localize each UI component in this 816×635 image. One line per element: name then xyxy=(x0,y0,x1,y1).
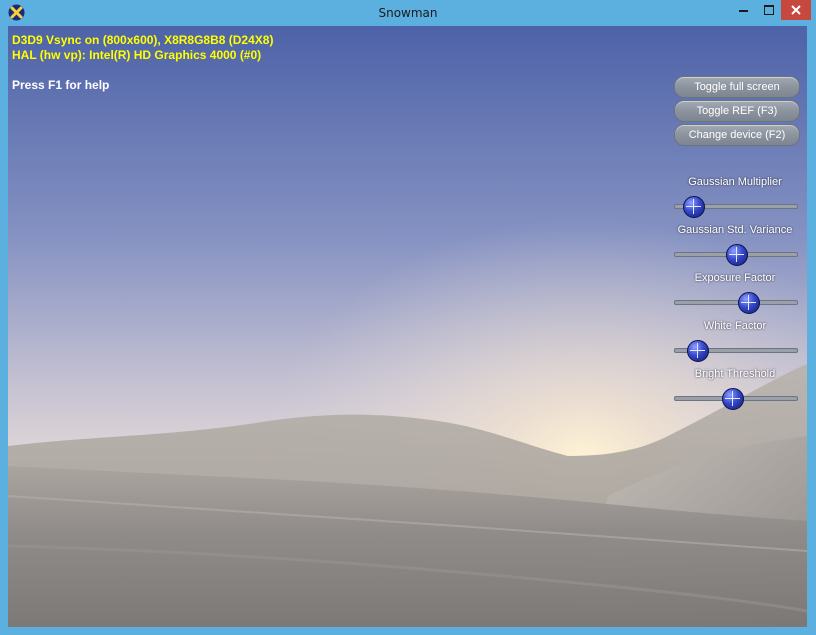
close-icon xyxy=(791,5,801,15)
close-button[interactable] xyxy=(781,0,811,20)
gaussian-multiplier-label: Gaussian Multiplier xyxy=(688,176,782,188)
exposure-factor-slider[interactable] xyxy=(674,292,798,314)
white-factor-slider[interactable] xyxy=(674,340,798,362)
bright-threshold-label: Bright Threshold xyxy=(694,368,776,380)
maximize-button[interactable] xyxy=(756,0,782,20)
gaussian-multiplier-slider[interactable] xyxy=(674,196,798,218)
help-hint-text: Press F1 for help xyxy=(12,78,110,92)
render-viewport[interactable]: D3D9 Vsync on (800x600), X8R8G8B8 (D24X8… xyxy=(8,26,807,627)
toggle-fullscreen-button[interactable]: Toggle full screen xyxy=(674,76,800,98)
device-info-text: HAL (hw vp): Intel(R) HD Graphics 4000 (… xyxy=(12,48,262,62)
toggle-ref-button[interactable]: Toggle REF (F3) xyxy=(674,100,800,122)
device-stats-text: D3D9 Vsync on (800x600), X8R8G8B8 (D24X8… xyxy=(12,33,274,47)
white-factor-label: White Factor xyxy=(703,320,767,332)
slider-thumb[interactable] xyxy=(686,340,709,362)
exposure-factor-label: Exposure Factor xyxy=(694,272,776,284)
maximize-icon xyxy=(764,5,774,15)
window-title: Snowman xyxy=(378,6,438,20)
app-window: Snowman D3D9 Vsync on (800x600), X8R8G8B… xyxy=(0,0,816,635)
slider-thumb[interactable] xyxy=(726,244,748,266)
change-device-button[interactable]: Change device (F2) xyxy=(674,124,800,146)
title-bar[interactable]: Snowman xyxy=(0,0,816,26)
bright-threshold-slider[interactable] xyxy=(674,388,798,410)
minimize-icon xyxy=(739,10,748,12)
gaussian-variance-label: Gaussian Std. Variance xyxy=(677,224,793,236)
gaussian-variance-slider[interactable] xyxy=(674,244,798,266)
minimize-button[interactable] xyxy=(730,0,756,20)
